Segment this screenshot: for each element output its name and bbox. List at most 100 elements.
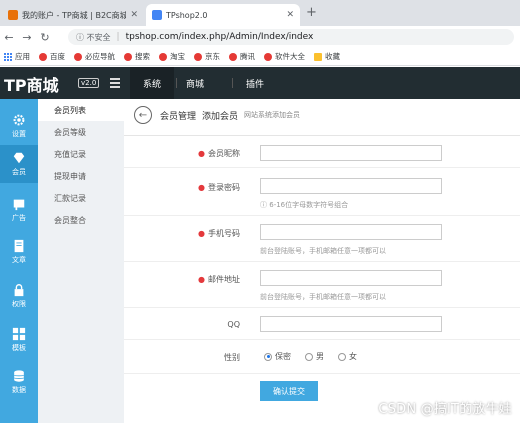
close-icon[interactable]: ✕	[286, 10, 294, 20]
bookmark-item[interactable]: 京东	[194, 51, 220, 62]
sidebar-item-label: 权限	[12, 300, 26, 308]
folder-icon	[314, 52, 322, 61]
bookmark-icon	[194, 52, 202, 61]
megaphone-icon	[13, 199, 25, 211]
bookmark-item[interactable]: 腾讯	[229, 51, 255, 62]
mobile-input[interactable]	[260, 224, 442, 240]
mobile-label: ● 手机号码	[198, 229, 240, 238]
apps-icon	[4, 52, 12, 61]
bookmark-label: 软件大全	[275, 52, 305, 61]
gender-option-male[interactable]: 男	[305, 351, 324, 362]
sidebar-item-templates[interactable]: 模板	[0, 321, 38, 359]
bookmark-item[interactable]: 搜索	[124, 51, 150, 62]
topnav-plugins[interactable]: 插件	[246, 67, 264, 99]
main-content: ← 会员管理 添加会员 网站系统添加会员 ● 会员昵称 ● 登录密码 ⓘ 6-16位…	[124, 99, 520, 423]
database-icon	[13, 370, 25, 382]
bookmark-label: 必应导航	[85, 52, 115, 61]
email-hint: 前台登陆账号，手机邮箱任意一项都可以	[260, 293, 386, 301]
form-row-password: ● 登录密码 ⓘ 6-16位字母数字符号组合	[124, 168, 520, 216]
sub-menu: 会员列表 会员等级 充值记录 提现申请 汇款记录 会员整合	[38, 99, 124, 423]
divider	[176, 78, 177, 88]
gear-icon	[13, 114, 25, 126]
security-warning[interactable]: ⓘ 不安全	[76, 32, 111, 43]
sidebar-item-articles[interactable]: 文章	[0, 233, 38, 271]
bookmark-label: 搜索	[135, 52, 150, 61]
mobile-hint: 前台登陆账号，手机邮箱任意一项都可以	[260, 247, 386, 255]
sidebar-item-settings[interactable]: 设置	[0, 107, 38, 145]
radio-icon	[338, 352, 346, 361]
bookmark-apps[interactable]: 应用	[4, 51, 30, 62]
submit-button[interactable]: 确认提交	[260, 381, 318, 401]
bookmark-icon	[39, 52, 47, 61]
bookmark-item[interactable]: 淘宝	[159, 51, 185, 62]
submenu-recharge-records[interactable]: 充值记录	[38, 143, 124, 165]
nickname-label: ● 会员昵称	[198, 149, 240, 158]
submenu-remittance-records[interactable]: 汇款记录	[38, 187, 124, 209]
sidebar-item-permissions[interactable]: 权限	[0, 277, 38, 315]
nickname-input[interactable]	[260, 145, 442, 161]
form-row-qq: QQ	[124, 308, 520, 340]
password-input[interactable]	[260, 178, 442, 194]
bookmark-label: 腾讯	[240, 52, 255, 61]
password-hint: ⓘ 6-16位字母数字符号组合	[260, 201, 349, 209]
lock-icon	[14, 284, 24, 297]
new-tab-button[interactable]: +	[306, 5, 317, 20]
main-icon-sidebar: 设置 会员 广告 文章 权限 模板 数据	[0, 99, 38, 423]
watermark: CSDN @搞IT的放牛娃	[378, 402, 512, 417]
bookmark-folder[interactable]: 收藏	[314, 51, 340, 62]
breadcrumb-parent[interactable]: 会员管理	[160, 109, 196, 122]
gender-option-female[interactable]: 女	[338, 351, 357, 362]
forward-arrow-icon[interactable]: →	[18, 31, 36, 44]
document-icon	[14, 239, 24, 253]
sidebar-item-ads[interactable]: 广告	[0, 191, 38, 229]
submenu-member-level[interactable]: 会员等级	[38, 121, 124, 143]
tab-favicon-icon	[152, 10, 162, 20]
browser-tab-active[interactable]: TPshop2.0 ✕	[146, 4, 300, 26]
url-text: tpshop.com/index.php/Admin/Index/index	[125, 32, 314, 42]
topnav-shop[interactable]: 商城	[186, 67, 204, 99]
page-title: 添加会员	[202, 111, 239, 122]
browser-tab-bar: 我的账户 - TP商城 | B2C商城 ✕ TPshop2.0 ✕ +	[0, 0, 520, 26]
sidebar-item-members[interactable]: 会员	[0, 145, 38, 183]
bookmark-icon	[124, 52, 132, 61]
sidebar-item-label: 会员	[12, 168, 26, 176]
bookmark-item[interactable]: 必应导航	[74, 51, 115, 62]
page-description: 网站系统添加会员	[244, 111, 301, 119]
sidebar-item-label: 模板	[12, 344, 26, 352]
divider	[232, 78, 233, 88]
submenu-member-integration[interactable]: 会员整合	[38, 209, 124, 231]
form-row-email: ● 邮件地址 前台登陆账号，手机邮箱任意一项都可以	[124, 262, 520, 308]
radio-icon	[305, 352, 313, 361]
email-input[interactable]	[260, 270, 442, 286]
sidebar-item-label: 广告	[12, 214, 26, 222]
bookmark-item[interactable]: 软件大全	[264, 51, 305, 62]
bookmark-label: 淘宝	[170, 52, 185, 61]
menu-toggle-icon[interactable]	[110, 78, 120, 90]
gender-label: 性别	[224, 353, 240, 362]
tab-favicon-icon	[8, 10, 18, 20]
close-icon[interactable]: ✕	[130, 10, 138, 20]
bookmark-label: 百度	[50, 52, 65, 61]
qq-input[interactable]	[260, 316, 442, 332]
bookmark-item[interactable]: 百度	[39, 51, 65, 62]
gender-option-secret[interactable]: 保密	[264, 351, 291, 362]
version-badge: v2.0	[78, 78, 100, 88]
bookmark-icon	[264, 52, 272, 61]
address-bar: ← → ↻ ⓘ 不安全 | tpshop.com/index.php/Admin…	[0, 26, 520, 48]
bookmark-icon	[74, 52, 82, 61]
reload-icon[interactable]: ↻	[36, 31, 54, 44]
bookmark-icon	[229, 52, 237, 61]
browser-tab[interactable]: 我的账户 - TP商城 | B2C商城 ✕	[2, 4, 144, 26]
sidebar-item-label: 数据	[12, 386, 26, 394]
submenu-withdraw-requests[interactable]: 提现申请	[38, 165, 124, 187]
app-header: TP商城 v2.0 系统 商城 插件	[0, 67, 520, 99]
form-row-gender: 性别 保密 男 女	[124, 340, 520, 374]
submenu-member-list[interactable]: 会员列表	[38, 99, 124, 121]
grid-icon	[12, 327, 26, 341]
back-arrow-icon[interactable]: ←	[0, 31, 18, 44]
bookmark-label: 应用	[15, 52, 30, 61]
sidebar-item-data[interactable]: 数据	[0, 363, 38, 401]
url-field[interactable]: ⓘ 不安全 | tpshop.com/index.php/Admin/Index…	[68, 29, 514, 45]
back-button[interactable]: ←	[134, 106, 152, 124]
topnav-system[interactable]: 系统	[130, 67, 174, 99]
